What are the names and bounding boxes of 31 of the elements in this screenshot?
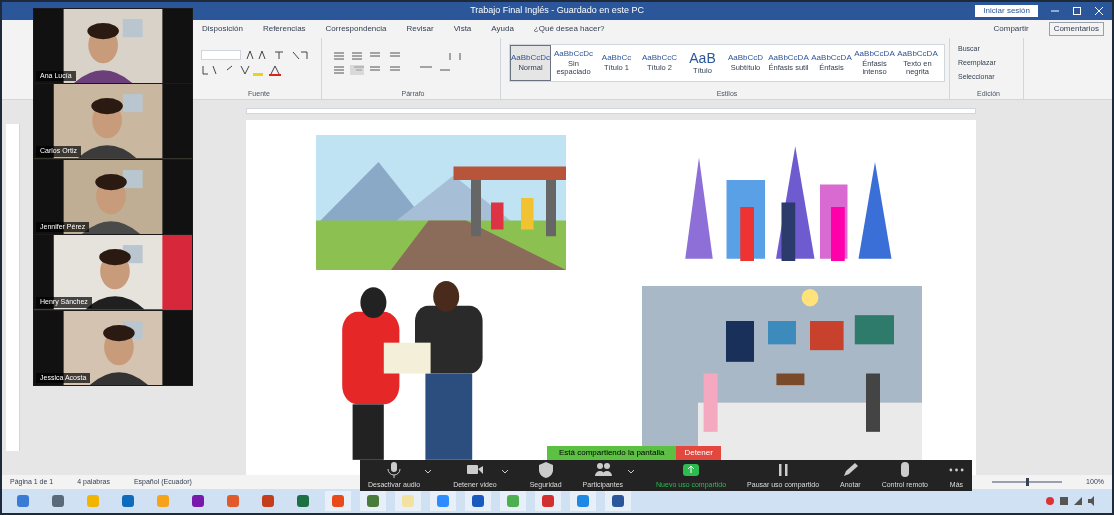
sign-in-button[interactable]: Iniciar sesión <box>975 5 1038 17</box>
share-button[interactable]: Compartir <box>993 23 1029 35</box>
close-icon[interactable] <box>1094 6 1104 16</box>
microphone-icon <box>385 460 404 479</box>
people-icon <box>593 460 612 479</box>
shield-icon <box>536 460 555 479</box>
ribbon-tab[interactable]: Correspondencia <box>325 23 387 35</box>
sharing-status-text: Está compartiendo la pantalla <box>559 447 665 459</box>
taskbar-app-icon[interactable] <box>360 491 386 511</box>
stop-share-button[interactable]: Detener <box>676 446 721 460</box>
taskbar-app-icon[interactable] <box>325 491 351 511</box>
taskbar-app-icon[interactable] <box>430 491 456 511</box>
window-title: Trabajo Final Inglés - Guardado en este PC <box>470 4 644 18</box>
ribbon-tab[interactable]: Referencias <box>262 23 306 35</box>
caret-icon[interactable] <box>500 468 509 475</box>
font-size-field[interactable] <box>201 50 241 61</box>
ribbon-tab[interactable]: Revisar <box>406 23 434 35</box>
taskbar-app-icon[interactable] <box>605 491 631 511</box>
maximize-icon[interactable] <box>1072 6 1082 16</box>
ribbon-tab[interactable]: Vista <box>453 23 472 35</box>
zoom-slider-thumb[interactable] <box>1025 478 1029 486</box>
taskbar-app-icon[interactable] <box>465 491 491 511</box>
more-icon <box>948 467 964 472</box>
taskbar-app-icon[interactable] <box>570 491 596 511</box>
caret-icon[interactable] <box>627 468 636 475</box>
ribbon-tab[interactable]: Ayuda <box>491 23 514 35</box>
ribbon-tab[interactable]: Disposición <box>202 23 243 35</box>
ribbon-tab[interactable]: ¿Qué desea hacer? <box>533 23 605 35</box>
taskbar-app-icon[interactable] <box>535 491 561 511</box>
comments-button[interactable]: Comentarios <box>1048 22 1104 36</box>
caret-icon[interactable] <box>424 468 433 475</box>
